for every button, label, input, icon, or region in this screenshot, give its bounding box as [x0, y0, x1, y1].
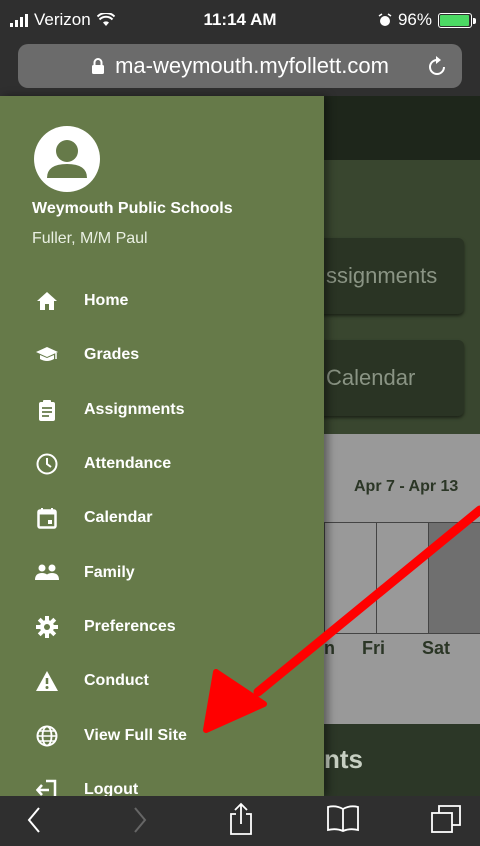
globe-icon — [34, 723, 60, 749]
warning-icon — [34, 668, 60, 694]
calendar-icon — [34, 505, 60, 531]
assignments-card-label: ssignments — [326, 263, 438, 288]
user-name: Fuller, M/M Paul — [32, 230, 148, 247]
bookmarks-icon[interactable] — [326, 804, 360, 832]
share-icon[interactable] — [228, 802, 254, 836]
graduation-cap-icon — [34, 342, 60, 368]
menu-item-assignments[interactable]: Assignments — [0, 383, 324, 437]
grid-cell — [376, 523, 428, 633]
section-title: nts — [324, 744, 363, 774]
alarm-icon — [378, 13, 392, 26]
assignments-card[interactable]: ssignments — [300, 238, 464, 314]
calendar-card-label: Calendar — [326, 365, 416, 390]
menu-item-preferences[interactable]: Preferences — [0, 600, 324, 654]
grid-cell — [324, 523, 376, 633]
menu-item-family[interactable]: Family — [0, 545, 324, 599]
day-label: Fri — [362, 638, 386, 658]
status-right: 96% — [378, 10, 476, 30]
calendar-card[interactable]: Calendar — [300, 340, 464, 416]
menu-item-label: View Full Site — [84, 726, 187, 744]
menu-item-home[interactable]: Home — [0, 274, 324, 328]
menu-item-label: Grades — [84, 346, 140, 364]
clock-icon — [34, 451, 60, 477]
home-icon — [34, 288, 60, 314]
lock-icon — [92, 58, 105, 74]
avatar[interactable] — [34, 126, 100, 192]
week-range: Apr 7 - Apr 13 — [354, 478, 459, 495]
menu-item-label: Home — [84, 292, 129, 310]
forward-icon[interactable] — [132, 806, 148, 834]
menu-item-label: Assignments — [84, 400, 185, 418]
address-bar[interactable]: ma-weymouth.myfollett.com — [18, 44, 462, 88]
day-label: Sat — [422, 638, 451, 658]
browser-chrome: ma-weymouth.myfollett.com — [0, 40, 480, 96]
reload-icon[interactable] — [426, 54, 448, 78]
menu-item-calendar[interactable]: Calendar — [0, 491, 324, 545]
menu-item-attendance[interactable]: Attendance — [0, 437, 324, 491]
menu-item-label: Attendance — [84, 455, 172, 473]
family-icon — [34, 560, 60, 586]
status-bar: Verizon 11:14 AM 96% — [0, 0, 480, 40]
menu-item-label: Conduct — [84, 672, 149, 690]
browser-toolbar — [0, 796, 480, 846]
menu-item-view-full-site[interactable]: View Full Site — [0, 708, 324, 762]
menu-item-label: Preferences — [84, 617, 176, 635]
navigation-drawer: Weymouth Public Schools Fuller, M/M Paul… — [0, 96, 324, 801]
nav-menu: Home Grades Assignments Attendance Calen… — [0, 274, 324, 817]
week-grid — [324, 522, 480, 634]
gear-icon — [34, 614, 60, 640]
grid-cell — [428, 523, 480, 633]
menu-item-conduct[interactable]: Conduct — [0, 654, 324, 708]
back-icon[interactable] — [26, 806, 42, 834]
battery-percent: 96% — [397, 10, 432, 29]
battery-icon — [438, 12, 476, 28]
tabs-icon[interactable] — [430, 804, 462, 834]
school-name: Weymouth Public Schools — [32, 200, 233, 217]
url-text: ma-weymouth.myfollett.com — [115, 53, 389, 78]
day-label: n — [324, 638, 335, 658]
menu-item-label: Family — [84, 563, 135, 581]
clipboard-icon — [34, 397, 60, 423]
menu-item-grades[interactable]: Grades — [0, 328, 324, 382]
menu-item-label: Calendar — [84, 509, 153, 527]
